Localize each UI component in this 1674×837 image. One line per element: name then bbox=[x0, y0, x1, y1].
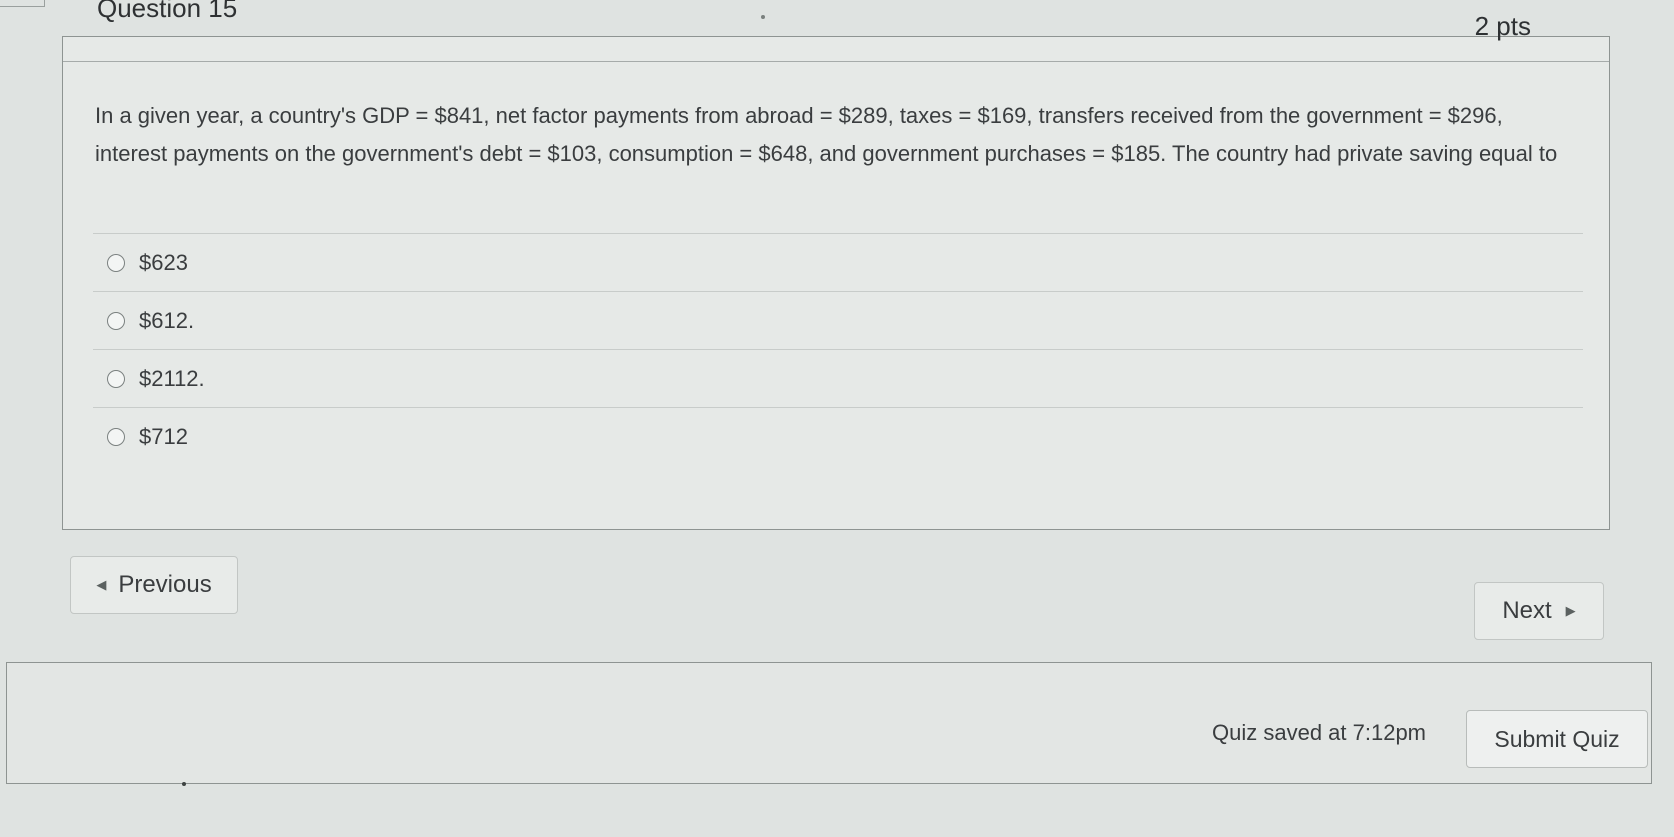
radio-button[interactable] bbox=[107, 427, 125, 446]
radio-button[interactable] bbox=[107, 369, 125, 388]
answer-option-1[interactable]: $623 bbox=[93, 233, 1583, 291]
question-title: Question 15 bbox=[97, 0, 238, 23]
answer-label: $712 bbox=[139, 423, 188, 449]
radio-button[interactable] bbox=[107, 311, 125, 330]
previous-label: Previous bbox=[118, 571, 212, 598]
question-divider bbox=[63, 61, 1609, 62]
next-label: Next bbox=[1502, 597, 1552, 624]
header-dot bbox=[761, 15, 765, 19]
answer-label: $2112. bbox=[139, 365, 205, 391]
previous-button[interactable]: ◀ Previous bbox=[70, 556, 238, 614]
caret-right-icon: ▶ bbox=[1565, 603, 1576, 618]
question-points: 2 pts bbox=[1474, 11, 1531, 41]
submit-quiz-button[interactable]: Submit Quiz bbox=[1466, 710, 1648, 768]
question-card: Question 15 2 pts In a given year, a cou… bbox=[62, 0, 1610, 530]
answer-option-3[interactable]: $2112. bbox=[93, 349, 1583, 407]
decorative-dot bbox=[182, 782, 186, 786]
top-left-bracket bbox=[0, 0, 45, 7]
next-button[interactable]: Next ▶ bbox=[1474, 582, 1604, 640]
answer-label: $623 bbox=[139, 249, 188, 275]
answer-list: $623 $612. $2112. $712 bbox=[93, 233, 1583, 465]
radio-button[interactable] bbox=[107, 253, 125, 272]
answer-option-2[interactable]: $612. bbox=[93, 291, 1583, 349]
question-header: Question 15 2 pts bbox=[63, 0, 1609, 63]
answer-label: $612. bbox=[139, 307, 195, 333]
caret-left-icon: ◀ bbox=[96, 577, 107, 592]
quiz-saved-status: Quiz saved at 7:12pm bbox=[1212, 720, 1427, 745]
answer-option-4[interactable]: $712 bbox=[93, 407, 1583, 465]
question-text: In a given year, a country's GDP = $841,… bbox=[95, 103, 1558, 166]
